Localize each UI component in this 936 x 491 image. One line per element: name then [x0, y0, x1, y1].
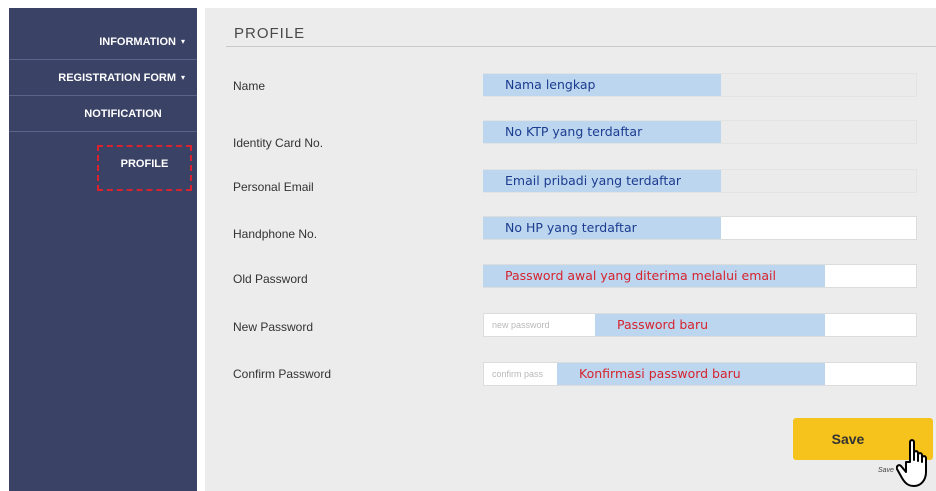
- confirm-password-annotation: Konfirmasi password baru: [557, 363, 825, 385]
- personal-email-label: Personal Email: [233, 180, 314, 194]
- new-password-label: New Password: [233, 320, 314, 334]
- profile-panel: PROFILE Name Rashi Nur Nama lengkap Iden…: [205, 8, 936, 491]
- sidebar-item-information[interactable]: INFORMATION ▾: [9, 24, 197, 60]
- sidebar-item-label: REGISTRATION FORM: [58, 71, 176, 84]
- identity-card-annotation: No KTP yang terdaftar: [483, 121, 721, 143]
- sidebar-item-label: NOTIFICATION: [84, 107, 162, 120]
- name-label: Name: [233, 79, 266, 93]
- name-annotation: Nama lengkap: [483, 74, 721, 96]
- chevron-down-icon: ▾: [180, 37, 185, 46]
- page-title: PROFILE: [234, 25, 306, 42]
- sidebar-item-label: INFORMATION: [99, 35, 176, 48]
- chevron-down-icon: ▾: [180, 73, 185, 82]
- sidebar: INFORMATION ▾ REGISTRATION FORM ▾ NOTIFI…: [9, 8, 197, 491]
- sidebar-item-label: PROFILE: [120, 158, 169, 170]
- hand-pointer-icon: [896, 439, 927, 487]
- new-password-annotation: Password baru: [595, 314, 825, 336]
- save-caption: Save: [878, 467, 894, 474]
- identity-card-label: Identity Card No.: [233, 136, 324, 150]
- handphone-annotation: No HP yang terdaftar: [483, 217, 721, 239]
- handphone-label: Handphone No.: [233, 227, 318, 241]
- old-password-annotation: Password awal yang diterima melalui emai…: [483, 265, 825, 287]
- old-password-label: Old Password: [233, 272, 308, 286]
- sidebar-item-registration-form[interactable]: REGISTRATION FORM ▾: [9, 60, 197, 96]
- title-divider: [226, 46, 936, 47]
- confirm-password-label: Confirm Password: [233, 367, 332, 381]
- sidebar-item-profile[interactable]: PROFILE: [97, 145, 192, 191]
- personal-email-annotation: Email pribadi yang terdaftar: [483, 170, 721, 192]
- sidebar-item-notification[interactable]: NOTIFICATION: [9, 96, 197, 132]
